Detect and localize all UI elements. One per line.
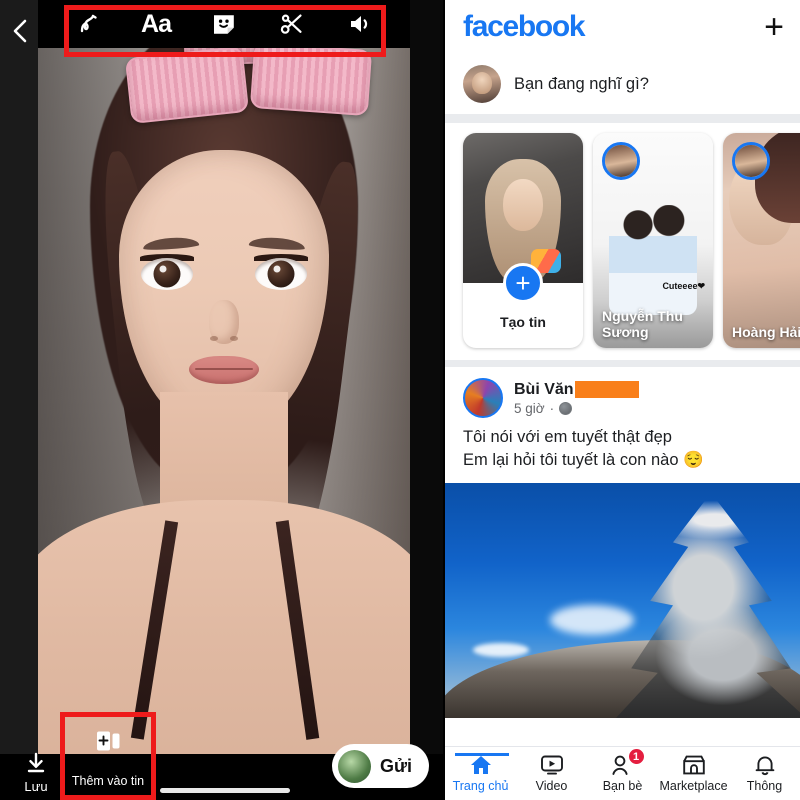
create-story-label: Tạo tin [500, 314, 546, 330]
story-media-preview[interactable] [38, 0, 410, 800]
nav-item-home[interactable]: Trang chủ [445, 753, 516, 793]
cut-icon[interactable] [275, 7, 309, 41]
post-text: Tôi nói với em tuyết thật đẹp Em lại hỏi… [445, 420, 800, 483]
nav-label: Marketplace [659, 779, 728, 793]
plus-icon[interactable]: + [764, 10, 784, 44]
create-story-plus-icon: + [503, 263, 543, 303]
dot-separator: · [549, 400, 555, 416]
story-card[interactable]: Cuteeee❤ Nguyễn Thu Sương [593, 133, 713, 348]
nav-label: Bạn bè [602, 779, 643, 793]
composer-placeholder: Bạn đang nghĩ gì? [514, 74, 649, 93]
facebook-feed-panel: facebook + Bạn đang nghĩ gì? + Tạo tin C… [445, 0, 800, 800]
nav-item-video[interactable]: Video [516, 754, 587, 793]
create-story-thumbnail [463, 133, 583, 283]
story-editor-bottom-bar: Lưu Thêm vào tin Gửi [0, 731, 443, 800]
facebook-header: facebook + [445, 0, 800, 54]
eyebrow-left [142, 236, 200, 251]
nav-label: Trang chủ [452, 779, 509, 793]
add-to-story-icon [95, 730, 121, 757]
nav-label: Video [535, 779, 568, 793]
draw-icon[interactable] [71, 7, 105, 41]
post-timestamp: 5 giờ [514, 400, 545, 416]
marketplace-icon [681, 754, 707, 776]
story-avatar [602, 142, 640, 180]
post-author-name[interactable]: Bùi Văn [514, 381, 574, 399]
save-label: Lưu [24, 779, 48, 794]
nav-item-notifications[interactable]: Thông [729, 754, 800, 793]
post-composer[interactable]: Bạn đang nghĩ gì? [445, 54, 800, 114]
composer-avatar [463, 65, 501, 103]
eyebrow-right [248, 236, 306, 251]
facebook-logo: facebook [463, 10, 586, 43]
nav-item-friends[interactable]: 1 Bạn bè [587, 748, 658, 793]
nav-label: Thông [746, 779, 783, 793]
home-icon [468, 754, 494, 776]
story-editor-panel: Aa Lưu Thêm vào tin Gửi [0, 0, 443, 800]
stories-row[interactable]: + Tạo tin Cuteeee❤ Nguyễn Thu Sương Hoàn… [445, 123, 800, 360]
home-indicator [160, 788, 290, 793]
story-avatar [732, 142, 770, 180]
nav-item-marketplace[interactable]: Marketplace [658, 754, 729, 793]
redaction-bar [574, 381, 639, 398]
section-divider [445, 114, 800, 123]
eye-right [255, 258, 307, 290]
friends-icon: 1 [610, 748, 645, 776]
send-label: Gửi [379, 755, 412, 776]
save-button[interactable]: Lưu [12, 752, 60, 794]
post-author-avatar[interactable] [463, 378, 503, 418]
sound-icon[interactable] [343, 7, 377, 41]
nose [209, 300, 239, 344]
add-to-story-label: Thêm vào tin [64, 767, 152, 800]
notifications-icon [752, 754, 778, 776]
story-artwork [609, 205, 697, 315]
post-image[interactable] [445, 482, 800, 718]
post-text-line-1: Tôi nói với em tuyết thật đẹp [463, 428, 672, 446]
section-divider [445, 360, 800, 367]
notification-badge: 1 [627, 748, 645, 765]
story-caption: Cuteeee❤ [662, 281, 705, 291]
post-header: Bùi Văn 5 giờ · [445, 367, 800, 420]
editor-left-rail [0, 0, 38, 800]
lips [189, 356, 259, 384]
globe-icon [559, 401, 573, 415]
story-author-name: Hoàng Hải [732, 323, 800, 340]
story-card[interactable]: Hoàng Hải [723, 133, 800, 348]
back-button[interactable] [11, 18, 33, 44]
text-icon[interactable]: Aa [139, 7, 173, 41]
post-text-line-2: Em lại hỏi tôi tuyết là con nào 😌 [463, 451, 704, 470]
sticker-icon[interactable] [207, 7, 241, 41]
facebook-bottom-nav: Trang chủ Video 1 Bạn bè Marketplace Thô… [445, 746, 800, 800]
send-button[interactable]: Gửi [331, 744, 429, 788]
video-icon [539, 754, 565, 776]
add-to-story-button[interactable]: Thêm vào tin [64, 716, 152, 800]
story-edit-toolbar: Aa [38, 0, 410, 48]
create-story-card[interactable]: + Tạo tin [463, 133, 583, 348]
hair-roller-left [124, 46, 250, 124]
cloud-shape [473, 642, 529, 657]
feed-post: Bùi Văn 5 giờ · Tôi nói với em tuyết thậ… [445, 367, 800, 718]
cloud-shape [550, 604, 634, 635]
send-avatar [337, 749, 371, 783]
hair-roller-right [249, 41, 373, 117]
story-author-name: Nguyễn Thu Sương [602, 307, 683, 340]
eye-left [141, 258, 193, 290]
